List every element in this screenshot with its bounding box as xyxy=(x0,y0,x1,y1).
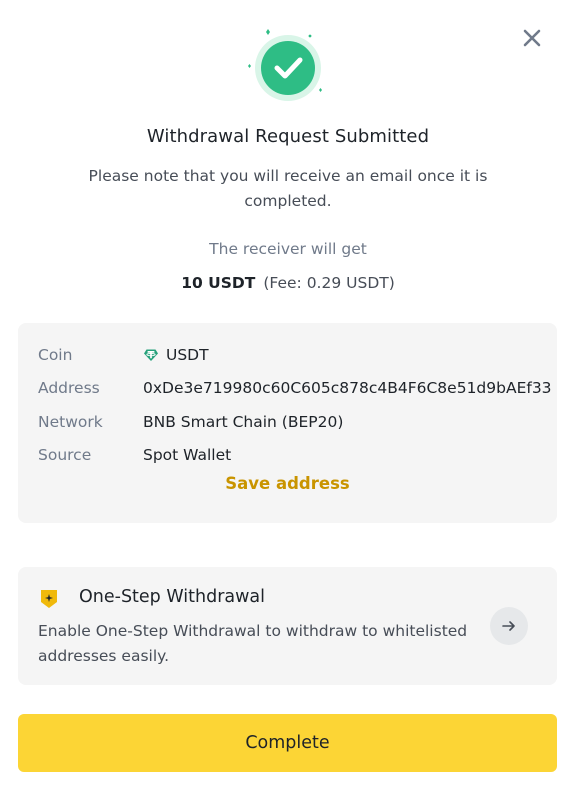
one-step-description: Enable One-Step Withdrawal to withdraw t… xyxy=(38,622,468,665)
save-address-link[interactable]: Save address xyxy=(18,474,557,493)
success-illustration xyxy=(238,22,338,112)
detail-value: USDT xyxy=(143,346,209,364)
email-note: Please note that you will receive an ema… xyxy=(88,167,488,210)
detail-row-coin: Coin USDT xyxy=(38,344,209,366)
detail-label: Address xyxy=(38,379,100,397)
source-value: Spot Wallet xyxy=(143,446,232,464)
tether-icon xyxy=(144,349,158,361)
detail-label: Network xyxy=(38,413,103,431)
detail-row-source: Source Spot Wallet xyxy=(38,444,231,466)
one-step-title: One-Step Withdrawal xyxy=(79,587,266,607)
detail-label: Source xyxy=(38,446,92,464)
receiver-label: The receiver will get xyxy=(209,240,367,258)
detail-label: Coin xyxy=(38,346,73,364)
fee-value: (Fee: 0.29 USDT) xyxy=(263,274,395,292)
shield-icon xyxy=(41,590,57,608)
close-icon xyxy=(523,29,541,47)
one-step-withdrawal-card[interactable]: One-Step Withdrawal Enable One-Step With… xyxy=(18,567,557,685)
complete-button[interactable]: Complete xyxy=(18,714,557,772)
close-button[interactable] xyxy=(518,24,546,52)
success-check-icon xyxy=(248,29,322,101)
amount-value: 10 USDT xyxy=(181,274,256,292)
one-step-arrow-button[interactable] xyxy=(490,607,528,645)
receive-amount: 10 USDT (Fee: 0.29 USDT) xyxy=(0,274,576,292)
arrow-right-icon xyxy=(502,621,515,631)
coin-name: USDT xyxy=(166,346,209,364)
withdrawal-success-dialog: Withdrawal Request Submitted Please note… xyxy=(0,0,576,800)
address-value: 0xDe3e719980c60C605c878c4B4F6C8e51d9bAEf… xyxy=(143,379,552,397)
dialog-title: Withdrawal Request Submitted xyxy=(146,126,430,147)
network-value: BNB Smart Chain (BEP20) xyxy=(143,413,344,431)
detail-row-network: Network BNB Smart Chain (BEP20) xyxy=(38,411,343,433)
withdrawal-details-card: Coin USDT Address 0xDe3e719980c60C605c87… xyxy=(18,323,557,523)
detail-row-address: Address 0xDe3e719980c60C605c878c4B4F6C8e… xyxy=(38,377,552,399)
